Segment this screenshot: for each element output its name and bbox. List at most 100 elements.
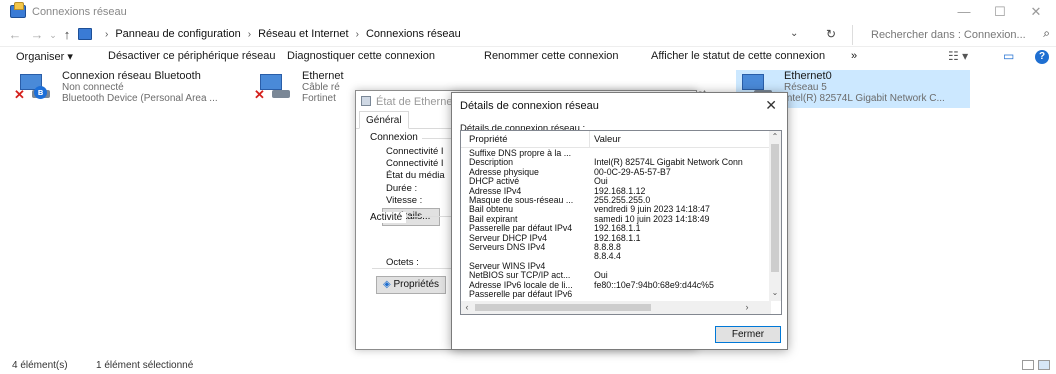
- detail-property: Bail obtenu: [469, 205, 514, 215]
- close-button[interactable]: ✕: [1018, 2, 1054, 22]
- column-header-property[interactable]: Propriété: [469, 134, 508, 145]
- detail-row[interactable]: Adresse IPv6 locale de li... fe80::10e7:9…: [461, 281, 773, 290]
- detail-value: Oui: [594, 177, 608, 187]
- bytes-label: Octets :: [386, 257, 419, 268]
- connection-device: Bluetooth Device (Personal Area ...: [62, 93, 218, 104]
- detail-value: Oui: [594, 271, 608, 281]
- connection-device: Intel(R) 82574L Gigabit Network C...: [784, 93, 945, 104]
- scroll-thumb[interactable]: [771, 144, 779, 272]
- tab-general[interactable]: Général: [359, 111, 409, 129]
- column-header-value[interactable]: Valeur: [594, 134, 621, 145]
- detail-value: 8.8.8.8: [594, 243, 621, 252]
- details-dialog: Détails de connexion réseau ✕ Détails de…: [451, 92, 788, 350]
- breadcrumb-control-panel[interactable]: Panneau de configuration: [115, 28, 240, 40]
- detail-row[interactable]: DHCP activé Oui: [461, 177, 773, 186]
- detail-row[interactable]: Adresse IPv4 192.168.1.12: [461, 187, 773, 196]
- breadcrumb-network-internet[interactable]: Réseau et Internet: [258, 28, 349, 40]
- breadcrumb-network-connections[interactable]: Connexions réseau: [366, 28, 461, 40]
- shield-icon: ◈: [382, 279, 391, 290]
- detail-value: 192.168.1.1: [594, 224, 641, 234]
- detail-value: Intel(R) 82574L Gigabit Network Conn: [594, 158, 743, 168]
- scroll-left-icon[interactable]: ‹: [461, 301, 473, 314]
- horizontal-scrollbar[interactable]: ‹ ›: [461, 301, 771, 314]
- bluetooth-icon: ʙ: [34, 86, 47, 99]
- detail-property: Serveur WINS IPv4: [469, 261, 546, 271]
- connection-name: Ethernet0: [784, 70, 832, 82]
- rename-button[interactable]: Renommer cette connexion: [484, 50, 619, 62]
- detail-value: samedi 10 juin 2023 14:18:49: [594, 214, 710, 224]
- detail-row[interactable]: Passerelle par défaut IPv6: [461, 290, 773, 299]
- network-status-icon: [361, 96, 371, 106]
- detail-value: 255.255.255.0: [594, 196, 651, 205]
- detail-row[interactable]: Masque de sous-réseau ... 255.255.255.0: [461, 196, 773, 205]
- scroll-up-icon[interactable]: ⌃: [769, 131, 781, 143]
- view-status-button[interactable]: Afficher le statut de cette connexion: [651, 50, 825, 62]
- detail-row[interactable]: Description Intel(R) 82574L Gigabit Netwo…: [461, 158, 773, 167]
- disconnected-x-icon: ✕: [14, 87, 25, 102]
- detail-property: Suffixe DNS propre à la ...: [469, 149, 572, 158]
- detail-value: vendredi 9 juin 2023 14:18:47: [594, 205, 710, 215]
- detail-row[interactable]: Suffixe DNS propre à la ...: [461, 149, 773, 158]
- detail-property: Serveur DHCP IPv4: [469, 233, 548, 243]
- properties-button[interactable]: ◈ Propriétés: [376, 276, 446, 294]
- back-button[interactable]: ←: [6, 26, 24, 44]
- detail-row[interactable]: NetBIOS sur TCP/IP act... Oui: [461, 271, 773, 280]
- disable-device-button[interactable]: Désactiver ce périphérique réseau: [108, 50, 276, 62]
- detail-row[interactable]: 8.8.4.4: [461, 252, 773, 261]
- address-dropdown-icon[interactable]: ⌄: [790, 28, 798, 39]
- preview-pane-icon[interactable]: ▭: [1003, 49, 1014, 63]
- up-button[interactable]: ↑: [58, 26, 76, 44]
- details-dialog-close-button[interactable]: ✕: [765, 97, 777, 114]
- detail-row[interactable]: Serveur DHCP IPv4 192.168.1.1: [461, 234, 773, 243]
- view-options-icon[interactable]: ☷ ▾: [948, 49, 968, 63]
- connection-item-ethernet[interactable]: ✕ Ethernet Câble ré Fortinet: [254, 70, 354, 108]
- group-label-activity: Activité: [370, 212, 407, 223]
- scroll-down-icon[interactable]: ⌄: [769, 287, 781, 299]
- status-bar: 4 élément(s) 1 élément sélectionné: [0, 356, 1056, 374]
- detail-row[interactable]: Serveurs DNS IPv4 8.8.8.8: [461, 243, 773, 252]
- maximize-button[interactable]: ☐: [982, 2, 1018, 22]
- detail-property: Description: [469, 158, 514, 168]
- detail-property: NetBIOS sur TCP/IP act...: [469, 271, 571, 281]
- minimize-button[interactable]: —: [946, 2, 982, 22]
- vertical-scrollbar[interactable]: ⌃ ⌄: [769, 131, 781, 301]
- help-icon[interactable]: ?: [1035, 50, 1049, 64]
- close-dialog-button[interactable]: Fermer: [715, 326, 781, 343]
- detail-property: Masque de sous-réseau ...: [469, 196, 574, 205]
- detail-row[interactable]: Adresse physique 00-0C-29-A5-57-B7: [461, 168, 773, 177]
- more-commands-button[interactable]: »: [851, 50, 857, 62]
- detail-property: Adresse physique: [469, 167, 539, 177]
- search-icon[interactable]: ⌕: [1043, 26, 1050, 41]
- address-bar: ← → ⌄ ↑ › Panneau de configuration › Rés…: [0, 24, 1056, 46]
- title-bar: Connexions réseau — ☐ ✕: [0, 0, 1056, 24]
- refresh-icon[interactable]: ↻: [826, 27, 836, 41]
- detail-property: DHCP activé: [469, 177, 520, 187]
- details-dialog-title: Détails de connexion réseau: [460, 100, 599, 112]
- connection-item-bluetooth[interactable]: ✕ ʙ Connexion réseau Bluetooth Non conne…: [14, 70, 244, 108]
- organize-button[interactable]: Organiser ▾: [16, 50, 73, 63]
- detail-row[interactable]: Passerelle par défaut IPv4 192.168.1.1: [461, 224, 773, 233]
- detail-row[interactable]: Bail expirant samedi 10 juin 2023 14:18:4…: [461, 215, 773, 224]
- group-label-connection: Connexion: [370, 132, 422, 143]
- details-view-icon[interactable]: [1022, 360, 1034, 370]
- details-list[interactable]: Propriété Valeur Suffixe DNS propre à la…: [460, 130, 782, 315]
- scroll-right-icon[interactable]: ›: [741, 301, 753, 314]
- connection-status: Réseau 5: [784, 82, 827, 93]
- large-icons-view-icon[interactable]: [1038, 360, 1050, 370]
- item-count: 4 élément(s): [12, 360, 68, 371]
- detail-row[interactable]: Bail obtenu vendredi 9 juin 2023 14:18:47: [461, 205, 773, 214]
- breadcrumb-separator[interactable]: ›: [248, 29, 251, 40]
- selection-count: 1 élément sélectionné: [96, 360, 194, 371]
- connection-status: Câble ré: [302, 82, 340, 93]
- diagnose-button[interactable]: Diagnostiquer cette connexion: [287, 50, 435, 62]
- breadcrumb-separator[interactable]: ›: [105, 29, 108, 40]
- breadcrumb-separator[interactable]: ›: [356, 29, 359, 40]
- detail-property: Serveurs DNS IPv4: [469, 243, 546, 252]
- command-bar: Organiser ▾ Désactiver ce périphérique r…: [0, 46, 1056, 66]
- detail-row[interactable]: Serveur WINS IPv4: [461, 262, 773, 271]
- ipv4-connectivity-label: Connectivité I: [386, 146, 444, 157]
- media-state-label: État du média: [386, 170, 445, 181]
- scroll-thumb[interactable]: [475, 304, 651, 311]
- search-input[interactable]: Rechercher dans : Connexion...: [852, 25, 1052, 45]
- connection-device: Fortinet: [302, 93, 336, 104]
